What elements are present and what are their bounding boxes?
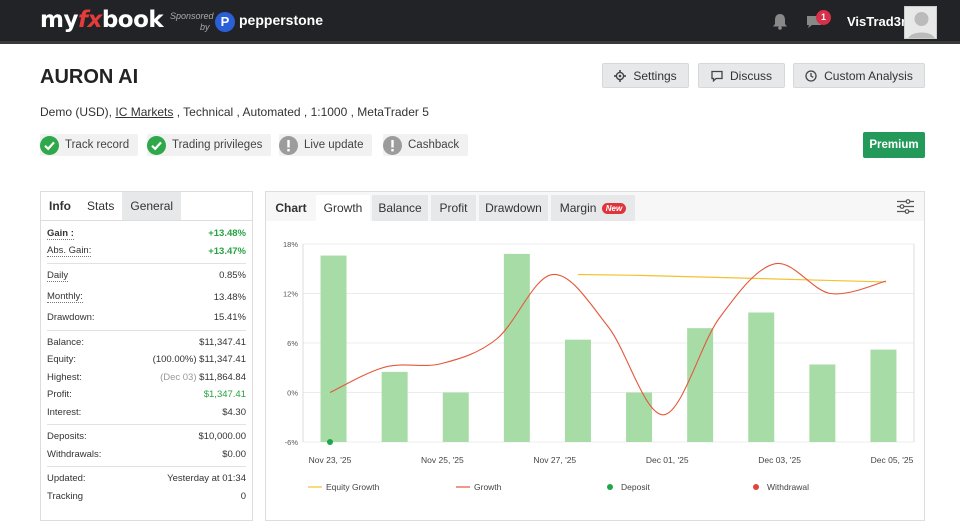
clock-icon bbox=[805, 69, 817, 82]
tab-growth[interactable]: Growth bbox=[316, 195, 370, 221]
gear-icon bbox=[614, 69, 627, 82]
track-record-badge[interactable]: Track record bbox=[40, 134, 139, 156]
growth-bar bbox=[564, 339, 591, 442]
x-tick-label: Dec 03, '25 bbox=[758, 455, 801, 465]
legend-label: Withdrawal bbox=[767, 482, 809, 492]
tab-margin[interactable]: Margin New bbox=[551, 195, 635, 221]
chart-panel: Chart Growth Balance Profit Drawdown Mar… bbox=[265, 191, 925, 521]
updated-row: Updated: Yesterday at 01:34 bbox=[47, 473, 246, 485]
withdrawals-row: Withdrawals: $0.00 bbox=[47, 448, 246, 460]
abs-gain-row: Abs. Gain: +13.47% bbox=[47, 245, 246, 258]
tab-stats[interactable]: Stats bbox=[79, 192, 122, 220]
sponsor-name[interactable]: pepperstone bbox=[239, 12, 323, 28]
settings-button[interactable]: Settings bbox=[602, 63, 689, 88]
premium-button[interactable]: Premium bbox=[863, 132, 925, 158]
discuss-label: Discuss bbox=[729, 68, 772, 83]
growth-bar bbox=[320, 255, 347, 442]
growth-bar bbox=[503, 253, 530, 442]
account-attributes: , Technical , Automated , 1:1000 , MetaT… bbox=[176, 105, 429, 119]
info-panel: Info Stats General Gain : +13.48% Abs. Ga… bbox=[40, 191, 253, 521]
tab-info[interactable]: Info bbox=[41, 192, 79, 220]
new-tag: New bbox=[601, 203, 627, 214]
account-type: Demo (USD), bbox=[40, 105, 113, 119]
myfxbook-logo[interactable]: myfxbook bbox=[40, 7, 164, 33]
settings-label: Settings bbox=[633, 68, 677, 83]
y-tick-label: -6% bbox=[285, 438, 299, 447]
drawdown-row: Drawdown: 15.41% bbox=[47, 312, 246, 324]
live-update-badge[interactable]: Live update bbox=[279, 134, 373, 156]
chart-tabs: Chart Growth Balance Profit Drawdown Mar… bbox=[266, 192, 924, 221]
tab-profit[interactable]: Profit bbox=[431, 195, 476, 221]
info-tabs: Info Stats General bbox=[41, 192, 252, 221]
comment-icon bbox=[711, 70, 723, 82]
exclamation-circle-icon bbox=[279, 135, 298, 155]
y-tick-label: 6% bbox=[287, 339, 298, 348]
check-circle-icon bbox=[147, 135, 166, 155]
legend-label: Growth bbox=[474, 482, 502, 492]
discuss-button[interactable]: Discuss bbox=[698, 63, 785, 88]
broker-link[interactable]: IC Markets bbox=[115, 105, 173, 119]
equity-row: Equity: (100.00%) $11,347.41 bbox=[47, 354, 246, 366]
growth-bar bbox=[442, 392, 469, 442]
growth-bar bbox=[870, 349, 897, 442]
avatar[interactable] bbox=[904, 6, 937, 39]
y-tick-label: 18% bbox=[283, 240, 298, 249]
growth-bar bbox=[748, 312, 775, 442]
legend-label: Deposit bbox=[621, 482, 650, 492]
legend-withdrawal-swatch bbox=[753, 484, 759, 490]
exclamation-circle-icon bbox=[383, 135, 402, 155]
profit-row: Profit: $1,347.41 bbox=[47, 389, 246, 401]
username[interactable]: VisTrad3r bbox=[847, 14, 906, 29]
growth-bar bbox=[809, 364, 836, 442]
custom-analysis-button[interactable]: Custom Analysis bbox=[793, 63, 925, 88]
legend-deposit-swatch bbox=[607, 484, 613, 490]
tab-drawdown[interactable]: Drawdown bbox=[479, 195, 548, 221]
growth-bar bbox=[381, 371, 408, 442]
balance-row: Balance: $11,347.41 bbox=[47, 336, 246, 348]
tab-balance[interactable]: Balance bbox=[372, 195, 428, 221]
chart-settings-icon[interactable] bbox=[897, 199, 914, 214]
trading-privileges-badge[interactable]: Trading privileges bbox=[147, 134, 272, 156]
x-tick-label: Dec 01, '25 bbox=[646, 455, 689, 465]
custom-analysis-label: Custom Analysis bbox=[824, 68, 913, 83]
legend-label: Equity Growth bbox=[326, 482, 380, 492]
growth-bar bbox=[687, 328, 714, 442]
x-tick-label: Nov 25, '25 bbox=[421, 455, 464, 465]
gain-row: Gain : +13.48% bbox=[47, 227, 246, 240]
cashback-badge[interactable]: Cashback bbox=[383, 134, 469, 156]
page-title: AURON AI bbox=[40, 66, 139, 88]
deposit-marker bbox=[327, 439, 333, 445]
y-tick-label: 0% bbox=[287, 389, 298, 398]
tab-general[interactable]: General bbox=[122, 192, 182, 220]
x-tick-label: Nov 23, '25 bbox=[309, 455, 352, 465]
account-details: Demo (USD), IC Markets , Technical , Aut… bbox=[40, 105, 429, 119]
daily-row: Daily 0.85% bbox=[47, 269, 246, 282]
deposits-row: Deposits: $10,000.00 bbox=[47, 431, 246, 443]
growth-chart: 18% 12% 6% 0% -6% Nov 23, '25 Nov 25, '25 Nov 2… bbox=[283, 240, 915, 492]
bell-icon[interactable] bbox=[772, 13, 788, 30]
monthly-row: Monthly: 13.48% bbox=[47, 291, 246, 304]
check-circle-icon bbox=[40, 135, 59, 155]
equity-growth-line bbox=[577, 273, 887, 283]
growth-bar bbox=[626, 392, 653, 442]
pepperstone-logo-icon: P bbox=[215, 12, 235, 32]
y-tick-label: 12% bbox=[283, 290, 298, 299]
interest-row: Interest: $4.30 bbox=[47, 406, 246, 418]
messages-count-badge: 1 bbox=[816, 10, 831, 25]
x-tick-label: Dec 05, '25 bbox=[871, 455, 914, 465]
sponsored-label: Sponsored by bbox=[170, 11, 214, 32]
top-bar: myfxbook Sponsored by P pepperstone 1 Vis… bbox=[0, 0, 960, 44]
highest-row: Highest: (Dec 03) $11,864.84 bbox=[47, 371, 246, 383]
tracking-row: Tracking 0 bbox=[47, 490, 246, 502]
x-tick-label: Nov 27, '25 bbox=[533, 455, 576, 465]
tab-chart[interactable]: Chart bbox=[270, 195, 312, 221]
